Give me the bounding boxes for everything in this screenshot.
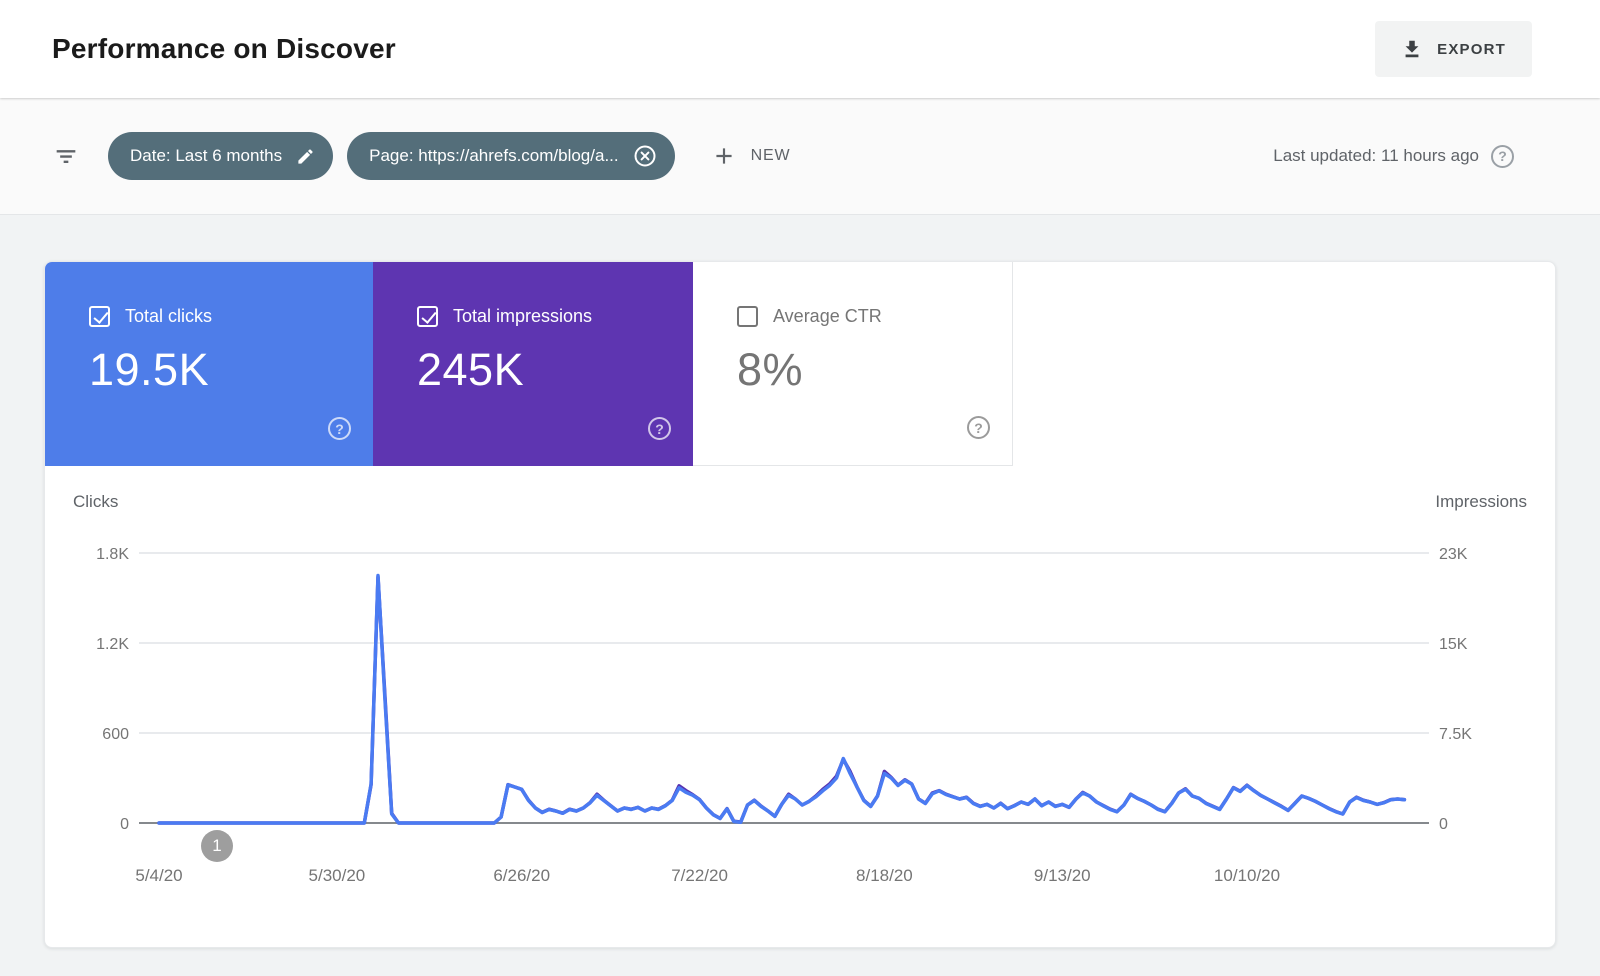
- svg-text:5/4/20: 5/4/20: [135, 866, 182, 885]
- tile-total-impressions[interactable]: Total impressions 245K: [373, 262, 693, 466]
- filter-icon: [52, 142, 80, 170]
- metric-tiles: Total clicks 19.5K Total impressions 245…: [45, 262, 1013, 466]
- last-updated-text: Last updated: 11 hours ago: [1273, 146, 1479, 165]
- total-impressions-help-icon[interactable]: [648, 417, 671, 440]
- download-icon: [1401, 38, 1423, 60]
- performance-panel: Clicks Impressions 0 0 600 7.5K 1.2K 15K 1.8K 2…: [44, 261, 1556, 948]
- svg-text:600: 600: [102, 726, 129, 743]
- export-button[interactable]: EXPORT: [1375, 21, 1532, 77]
- new-button-label: NEW: [750, 147, 791, 164]
- svg-text:5/30/20: 5/30/20: [309, 866, 366, 885]
- page-filter-label: Page: https://ahrefs.com/blog/a...: [369, 146, 619, 165]
- total-clicks-help-icon[interactable]: [328, 417, 351, 440]
- svg-text:1.2K: 1.2K: [96, 636, 129, 653]
- total-clicks-label: Total clicks: [125, 306, 213, 326]
- svg-text:0: 0: [1439, 816, 1448, 833]
- filter-bar: Date: Last 6 months Page: https://ahrefs…: [0, 98, 1600, 215]
- average-ctr-help-icon[interactable]: [967, 416, 990, 439]
- export-button-label: EXPORT: [1437, 40, 1506, 58]
- total-impressions-checkbox[interactable]: [417, 306, 438, 327]
- page-title: Performance on Discover: [52, 33, 396, 64]
- date-filter-chip[interactable]: Date: Last 6 months: [108, 132, 334, 180]
- svg-text:7.5K: 7.5K: [1439, 726, 1472, 743]
- page-header: Performance on Discover EXPORT: [0, 0, 1600, 98]
- plus-icon: [711, 143, 737, 169]
- help-icon[interactable]: [1491, 144, 1514, 168]
- pencil-icon[interactable]: [296, 147, 315, 166]
- tile-average-ctr[interactable]: Average CTR 8%: [693, 262, 1013, 466]
- svg-text:7/22/20: 7/22/20: [671, 866, 728, 885]
- new-filter-button[interactable]: NEW: [711, 143, 791, 169]
- page-filter-chip[interactable]: Page: https://ahrefs.com/blog/a...: [347, 132, 675, 180]
- remove-filter-icon[interactable]: [633, 144, 657, 168]
- average-ctr-label: Average CTR: [773, 306, 882, 326]
- average-ctr-checkbox[interactable]: [737, 306, 758, 327]
- svg-text:1.8K: 1.8K: [96, 546, 129, 563]
- date-filter-label: Date: Last 6 months: [130, 146, 283, 165]
- total-impressions-label: Total impressions: [453, 306, 593, 326]
- svg-text:9/13/20: 9/13/20: [1034, 866, 1091, 885]
- total-clicks-checkbox[interactable]: [89, 306, 110, 327]
- average-ctr-value: 8%: [737, 344, 804, 395]
- total-impressions-value: 245K: [417, 344, 525, 395]
- svg-text:0: 0: [120, 816, 129, 833]
- svg-text:23K: 23K: [1439, 546, 1468, 563]
- svg-text:10/10/20: 10/10/20: [1214, 866, 1280, 885]
- tile-total-clicks[interactable]: Total clicks 19.5K: [45, 262, 373, 466]
- total-clicks-value: 19.5K: [89, 344, 210, 395]
- svg-text:6/26/20: 6/26/20: [493, 866, 550, 885]
- svg-text:15K: 15K: [1439, 636, 1468, 653]
- svg-text:8/18/20: 8/18/20: [856, 866, 913, 885]
- annotation-badge-1: 1: [201, 830, 233, 862]
